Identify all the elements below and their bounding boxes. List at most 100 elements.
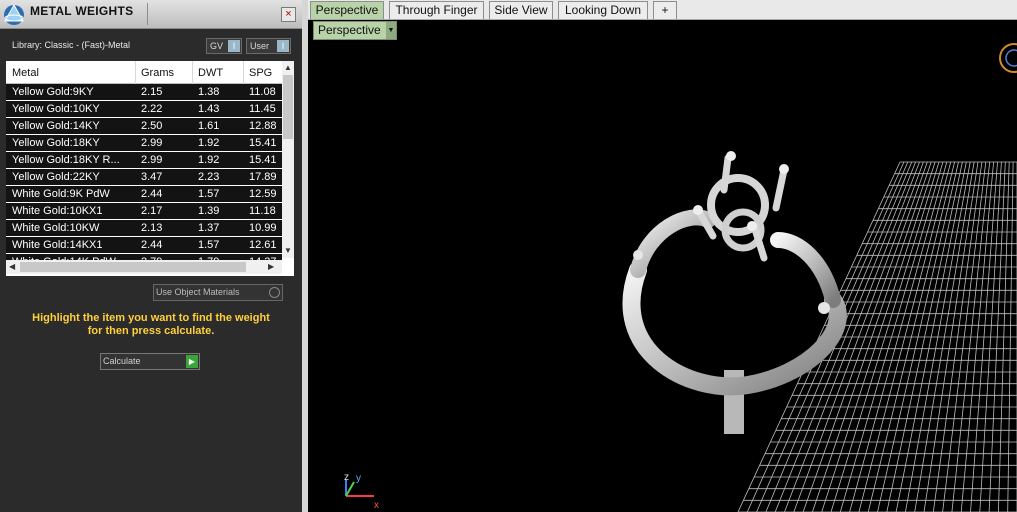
close-button[interactable]: × xyxy=(281,7,296,22)
play-icon[interactable]: ▶ xyxy=(186,355,198,368)
view-tabs-bar: Perspective Through Finger Side View Loo… xyxy=(308,0,1017,20)
table-cell: 2.44 xyxy=(141,239,163,251)
column-header-spg[interactable]: SPG xyxy=(249,67,272,79)
table-cell: 2.50 xyxy=(141,120,163,132)
instruction-text: Highlight the item you want to find the … xyxy=(0,312,302,338)
axis-label-z: z xyxy=(344,472,349,483)
calculate-label: Calculate xyxy=(103,356,141,366)
table-row[interactable]: White Gold:10KX1 2.17 1.39 11.18 xyxy=(6,203,282,220)
gv-toggle-state: I xyxy=(228,40,240,52)
table-cell: 15.41 xyxy=(249,154,277,166)
scroll-up-icon[interactable]: ▲ xyxy=(284,63,292,72)
3d-viewport[interactable]: z y x xyxy=(308,40,1017,512)
radio-icon[interactable] xyxy=(269,287,280,298)
table-cell: 2.15 xyxy=(141,86,163,98)
table-cell: 3.47 xyxy=(141,171,163,183)
tab-side-view[interactable]: Side View xyxy=(489,1,553,19)
user-toggle-state: I xyxy=(277,40,289,52)
table-cell: 2.22 xyxy=(141,103,163,115)
app-logo-icon xyxy=(4,3,24,25)
use-object-materials-checkbox[interactable]: Use Object Materials xyxy=(153,284,283,301)
ring-model[interactable] xyxy=(622,151,847,434)
horizontal-scroll-thumb[interactable] xyxy=(20,262,246,272)
table-cell: Yellow Gold:18KY R... xyxy=(12,154,120,166)
table-cell: 2.99 xyxy=(141,137,163,149)
table-cell: 1.37 xyxy=(198,222,220,234)
user-toggle[interactable]: User I xyxy=(246,38,291,54)
dropdown-arrow-icon[interactable]: ▼ xyxy=(386,22,396,39)
view-dropdown[interactable]: Perspective ▼ xyxy=(313,21,397,40)
vertical-scroll-thumb[interactable] xyxy=(283,75,293,139)
table-cell: 1.57 xyxy=(198,239,220,251)
table-body: Yellow Gold:9KY 2.15 1.38 11.08 Yellow Gold:… xyxy=(6,84,282,271)
table-cell: 2.17 xyxy=(141,205,163,217)
table-cell: 1.92 xyxy=(198,137,220,149)
user-toggle-label: User xyxy=(250,41,270,51)
table-cell: 1.43 xyxy=(198,103,220,115)
library-label: Library: Classic - (Fast)-Metal xyxy=(12,40,131,50)
table-row[interactable]: Yellow Gold:22KY 3.47 2.23 17.89 xyxy=(6,169,282,186)
tab-through-finger[interactable]: Through Finger xyxy=(389,1,484,19)
scroll-down-icon[interactable]: ▼ xyxy=(284,246,292,255)
table-row[interactable]: Yellow Gold:18KY R... 2.99 1.92 15.41 xyxy=(6,152,282,169)
horizontal-scrollbar[interactable]: ◀ ▶ xyxy=(6,260,282,274)
table-row[interactable]: White Gold:9K PdW 2.44 1.57 12.59 xyxy=(6,186,282,203)
table-cell: 17.89 xyxy=(249,171,277,183)
view-navigation-cube-icon[interactable] xyxy=(999,43,1017,73)
instruction-line-2: for then press calculate. xyxy=(87,325,215,337)
table-cell: 12.61 xyxy=(249,239,277,251)
table-row[interactable]: White Gold:14KX1 2.44 1.57 12.61 xyxy=(6,237,282,254)
table-cell: Yellow Gold:10KY xyxy=(12,103,100,115)
column-header-grams[interactable]: Grams xyxy=(141,67,174,79)
panel-header[interactable]: METAL WEIGHTS × xyxy=(0,0,302,29)
metal-table: Metal Grams DWT SPG Yellow Gold:9KY 2.15 1… xyxy=(6,61,294,276)
table-cell: 11.45 xyxy=(249,103,276,115)
table-cell: 12.59 xyxy=(249,188,277,200)
instruction-line-1: Highlight the item you want to find the … xyxy=(32,312,270,324)
table-cell: White Gold:14KX1 xyxy=(12,239,103,251)
table-cell: 12.88 xyxy=(249,120,277,132)
table-row[interactable]: Yellow Gold:9KY 2.15 1.38 11.08 xyxy=(6,84,282,101)
table-cell: 2.44 xyxy=(141,188,163,200)
ground-grid xyxy=(737,161,1017,512)
table-row[interactable]: White Gold:10KW 2.13 1.37 10.99 xyxy=(6,220,282,237)
calculate-button[interactable]: Calculate ▶ xyxy=(100,353,200,370)
vertical-scrollbar[interactable]: ▲ ▼ xyxy=(282,61,294,258)
table-cell: 1.57 xyxy=(198,188,220,200)
table-cell: Yellow Gold:14KY xyxy=(12,120,100,132)
table-cell: 15.41 xyxy=(249,137,277,149)
tab-looking-down[interactable]: Looking Down xyxy=(558,1,648,19)
table-cell: 10.99 xyxy=(249,222,277,234)
table-row[interactable]: Yellow Gold:14KY 2.50 1.61 12.88 xyxy=(6,118,282,135)
table-row[interactable]: Yellow Gold:18KY 2.99 1.92 15.41 xyxy=(6,135,282,152)
table-cell: 2.23 xyxy=(198,171,220,183)
table-row[interactable]: Yellow Gold:10KY 2.22 1.43 11.45 xyxy=(6,101,282,118)
ring-shank xyxy=(622,261,847,396)
tab-perspective[interactable]: Perspective xyxy=(310,1,384,19)
gv-toggle[interactable]: GV I xyxy=(206,38,242,54)
metal-weights-panel: METAL WEIGHTS × Library: Classic - (Fast… xyxy=(0,0,302,512)
view-dropdown-label: Perspective xyxy=(318,23,381,37)
table-cell: 1.38 xyxy=(198,86,220,98)
gv-toggle-label: GV xyxy=(210,41,224,51)
table-cell: 11.08 xyxy=(249,86,276,98)
axis-label-x: x xyxy=(374,500,379,511)
table-cell: White Gold:10KX1 xyxy=(12,205,103,217)
ring-branch-right xyxy=(770,232,841,308)
scroll-left-icon[interactable]: ◀ xyxy=(9,262,15,271)
table-cell: Yellow Gold:18KY xyxy=(12,137,100,149)
table-cell: 1.39 xyxy=(198,205,220,217)
prong xyxy=(720,154,732,194)
column-header-metal[interactable]: Metal xyxy=(12,67,39,79)
table-cell: Yellow Gold:22KY xyxy=(12,171,100,183)
table-cell: 11.18 xyxy=(249,205,276,217)
table-header: Metal Grams DWT SPG xyxy=(6,61,282,84)
column-header-dwt[interactable]: DWT xyxy=(198,67,223,79)
axis-label-y: y xyxy=(356,473,361,484)
panel-title: METAL WEIGHTS xyxy=(30,4,134,18)
table-cell: 1.61 xyxy=(198,120,220,132)
table-cell: White Gold:9K PdW xyxy=(12,188,110,200)
table-cell: 2.13 xyxy=(141,222,163,234)
scroll-right-icon[interactable]: ▶ xyxy=(268,262,274,271)
add-tab-button[interactable]: + xyxy=(653,1,677,19)
